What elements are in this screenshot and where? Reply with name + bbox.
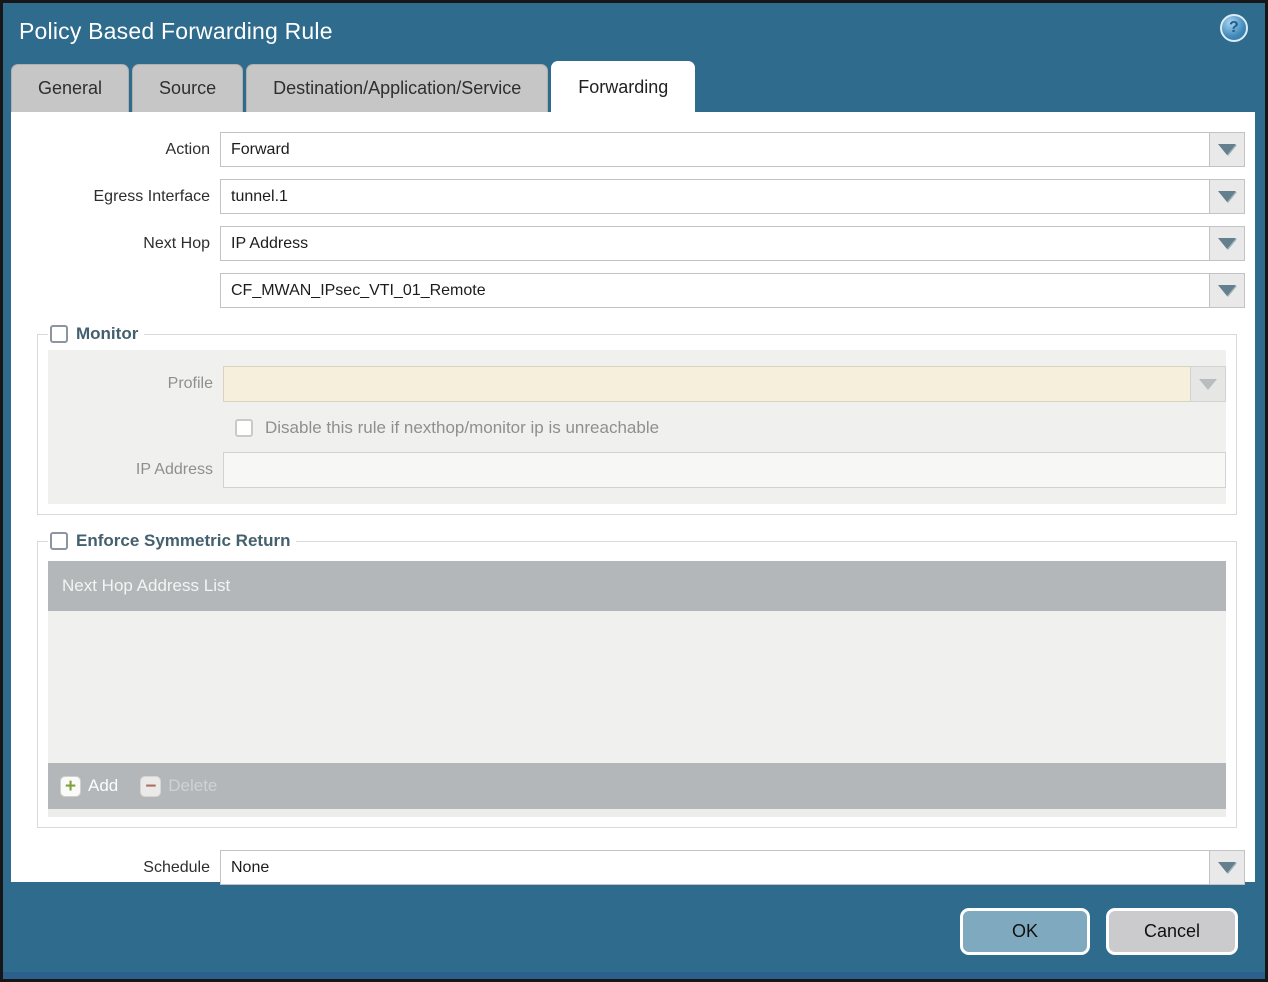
next-hop-address-input[interactable] [220,273,1209,308]
add-button-label: Add [88,776,119,795]
tab-destination-application-service-label: Destination/Application/Service [273,78,522,98]
next-hop-address-combo [220,273,1245,308]
profile-dropdown-button [1190,366,1226,402]
next-hop-address-row [11,273,1245,308]
monitor-checkbox[interactable] [50,325,68,343]
next-hop-address-dropdown-button[interactable] [1209,273,1245,308]
egress-interface-row: Egress Interface [11,179,1245,214]
monitor-ip-address-label: IP Address [135,461,213,478]
schedule-label: Schedule [143,858,210,876]
next-hop-type-input[interactable] [220,226,1209,261]
tab-source-label: Source [159,78,217,98]
enforce-symmetric-return-legend: Enforce Symmetric Return [48,531,296,551]
schedule-dropdown-button[interactable] [1209,850,1245,885]
schedule-row: Schedule [11,850,1245,885]
next-hop-address-list-toolbar: + Add − Delete [48,763,1226,809]
next-hop-row: Next Hop [11,226,1245,261]
tab-general-label: General [38,78,103,98]
tab-strip: General Source Destination/Application/S… [3,59,1265,112]
action-label: Action [165,140,210,158]
schedule-combo [220,850,1245,885]
monitor-disabled-panel: Profile Disable this rule if nexthop/mon… [48,350,1226,504]
delete-icon: − [140,775,162,797]
next-hop-type-combo [220,226,1245,261]
dialog-title: Policy Based Forwarding Rule [19,17,333,44]
next-hop-label: Next Hop [143,234,210,252]
tab-forwarding[interactable]: Forwarding [551,61,696,112]
dialog-bottom-strip [3,972,1265,979]
profile-combo [223,366,1226,402]
cancel-button[interactable]: Cancel [1106,908,1238,955]
disable-rule-checkbox [235,419,253,437]
chevron-down-icon [1218,191,1236,202]
chevron-down-icon [1218,238,1236,249]
tab-forwarding-label: Forwarding [578,76,669,97]
disable-rule-row: Disable this rule if nexthop/monitor ip … [235,418,1226,438]
egress-interface-input[interactable] [220,179,1209,214]
delete-button-label: Delete [168,776,218,795]
add-icon: + [60,775,81,797]
next-hop-address-list-header-label: Next Hop Address List [62,576,231,595]
egress-interface-dropdown-button[interactable] [1209,179,1245,214]
monitor-legend-label: Monitor [76,324,139,343]
egress-interface-combo [220,179,1245,214]
action-input[interactable] [220,132,1209,167]
next-hop-type-dropdown-button[interactable] [1209,226,1245,261]
disable-rule-label: Disable this rule if nexthop/monitor ip … [265,418,660,437]
next-hop-address-list-bottom-strip [48,809,1226,817]
chevron-down-icon [1218,144,1236,155]
profile-label: Profile [167,375,213,392]
monitor-legend: Monitor [48,324,144,344]
policy-based-forwarding-rule-dialog: Policy Based Forwarding Rule ? General S… [0,0,1268,982]
add-button[interactable]: + Add [60,775,119,797]
monitor-ip-address-input [223,452,1226,488]
tab-source[interactable]: Source [132,64,244,112]
enforce-symmetric-return-legend-label: Enforce Symmetric Return [76,531,291,550]
egress-interface-label: Egress Interface [93,187,211,205]
help-icon[interactable]: ? [1220,14,1248,42]
tab-general[interactable]: General [11,64,130,112]
enforce-symmetric-return-fieldset: Enforce Symmetric Return Next Hop Addres… [37,531,1237,828]
action-combo [220,132,1245,167]
help-icon-glyph: ? [1229,19,1239,36]
next-hop-address-list-header: Next Hop Address List [48,561,1226,611]
tab-destination-application-service[interactable]: Destination/Application/Service [246,64,549,112]
profile-input [223,366,1190,402]
action-dropdown-button[interactable] [1209,132,1245,167]
add-icon-glyph: + [64,775,77,797]
delete-button: − Delete [140,775,218,797]
monitor-ip-address-row: IP Address [48,452,1226,488]
delete-icon-glyph: − [145,775,157,797]
next-hop-address-list-table: Next Hop Address List + Add − Delete [48,561,1226,817]
dialog-titlebar: Policy Based Forwarding Rule ? [3,3,1265,59]
chevron-down-icon [1218,285,1236,296]
monitor-fieldset: Monitor Profile Disable this rule if nex… [37,324,1237,515]
enforce-symmetric-return-checkbox[interactable] [50,532,68,550]
chevron-down-icon [1199,378,1217,390]
forwarding-tab-panel: Action Egress Interface Next Hop [11,112,1255,885]
next-hop-address-list-body [48,611,1226,763]
ok-button[interactable]: OK [960,908,1090,955]
schedule-input[interactable] [220,850,1209,885]
dialog-footer: OK Cancel [3,883,1265,979]
action-row: Action [11,132,1245,167]
profile-row: Profile [48,366,1226,402]
chevron-down-icon [1218,862,1236,873]
